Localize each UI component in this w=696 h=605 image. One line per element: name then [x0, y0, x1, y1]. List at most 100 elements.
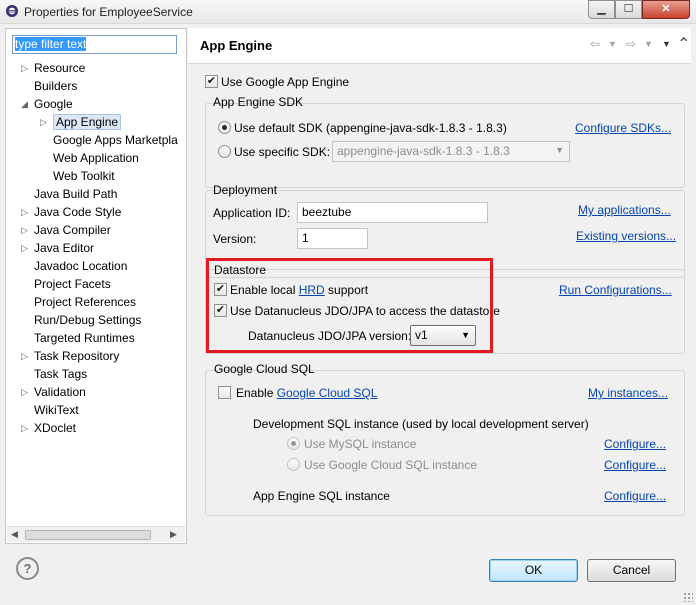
tree-item-label: Builders	[34, 79, 78, 93]
tree-item-javadoc-location[interactable]: Javadoc Location	[34, 257, 127, 275]
sdk-group-title: App Engine SDK	[213, 95, 304, 109]
title-bar: Properties for EmployeeService ▁ ☐ ✕	[0, 0, 696, 24]
view-menu-icon[interactable]: ▼	[662, 39, 671, 49]
filter-input[interactable]: type filter text	[12, 35, 177, 54]
scroll-thumb[interactable]	[25, 530, 151, 540]
cancel-button[interactable]: Cancel	[587, 559, 676, 582]
specific-sdk-radio[interactable]	[218, 145, 231, 158]
configure-sdks-link[interactable]: Configure SDKs...	[575, 121, 671, 135]
tree-item-java-editor[interactable]: ▷ Java Editor	[21, 239, 95, 257]
chevron-down-icon: ▼	[555, 145, 564, 155]
cloudsql-link[interactable]: Google Cloud SQL	[277, 386, 378, 400]
tree-item-label: WikiText	[34, 403, 79, 417]
datastore-highlight	[206, 258, 493, 353]
tree-item-web-toolkit[interactable]: Web Toolkit	[53, 167, 115, 185]
collapsed-icon[interactable]: ▷	[40, 113, 47, 131]
tree-item-label: Project References	[34, 295, 137, 309]
forward-menu-icon[interactable]: ▼	[644, 39, 653, 49]
scroll-left-icon[interactable]: ◀	[11, 529, 18, 540]
collapsed-icon[interactable]: ▷	[21, 59, 28, 77]
configure-gcs-link[interactable]: Configure...	[604, 458, 666, 472]
expanded-icon[interactable]: ◢	[21, 95, 28, 113]
close-button[interactable]: ✕	[642, 0, 690, 19]
ok-button[interactable]: OK	[489, 559, 578, 582]
help-icon[interactable]: ?	[16, 557, 39, 580]
tree-item-java-compiler[interactable]: ▷ Java Compiler	[21, 221, 111, 239]
scroll-right-icon[interactable]: ▶	[170, 529, 177, 540]
enable-cloudsql-checkbox[interactable]	[218, 386, 231, 399]
collapsed-icon[interactable]: ▷	[21, 419, 28, 437]
default-sdk-radio[interactable]	[218, 121, 231, 134]
tree-item-label: Task Repository	[34, 349, 120, 363]
tree-item-xdoclet[interactable]: ▷ XDoclet	[21, 419, 77, 437]
collapsed-icon[interactable]: ▷	[21, 221, 28, 239]
maximize-button[interactable]: ☐	[615, 0, 642, 19]
use-gae-checkbox[interactable]: ✔	[205, 75, 218, 88]
tree-item-validation[interactable]: ▷ Validation	[21, 383, 86, 401]
tree-item-label: Run/Debug Settings	[34, 313, 142, 327]
tree-item-label: Targeted Runtimes	[34, 331, 135, 345]
tree-item-project-facets[interactable]: Project Facets	[34, 275, 111, 293]
configure-mysql-link[interactable]: Configure...	[604, 437, 666, 451]
nav-pane: type filter text ▷ Resource Builders ◢ Googl…	[5, 28, 187, 544]
ae-sql-label: App Engine SQL instance	[253, 489, 390, 503]
tree-item-label: XDoclet	[34, 421, 77, 435]
horizontal-scrollbar[interactable]: ◀ ▶	[7, 526, 185, 542]
my-applications-link[interactable]: My applications...	[578, 203, 671, 217]
tree-item-label: Java Editor	[34, 241, 95, 255]
collapsed-icon[interactable]: ▷	[21, 347, 28, 365]
tree-item-label: Task Tags	[34, 367, 88, 381]
tree-item-label: Google Apps Marketpla	[53, 133, 178, 147]
page-title: App Engine	[200, 38, 273, 53]
tree-item-label: Java Build Path	[34, 187, 118, 201]
run-configurations-link[interactable]: Run Configurations...	[559, 283, 672, 297]
tree-item-task-tags[interactable]: Task Tags	[34, 365, 87, 383]
collapsed-icon[interactable]: ▷	[21, 383, 28, 401]
tree-item-targeted-runtimes[interactable]: Targeted Runtimes	[34, 329, 135, 347]
tree-item-label: App Engine	[53, 114, 122, 130]
tree-item-java-build-path[interactable]: Java Build Path	[34, 185, 117, 203]
app-id-field[interactable]: beeztube	[297, 202, 488, 223]
mysql-radio[interactable]	[287, 437, 300, 450]
tree-item-run-debug-settings[interactable]: Run/Debug Settings	[34, 311, 141, 329]
deployment-group-title: Deployment	[213, 183, 278, 197]
collapse-icon[interactable]: ⌃	[677, 34, 690, 54]
resize-grip[interactable]	[683, 592, 693, 602]
tree-item-google[interactable]: ◢ Google	[21, 95, 73, 113]
existing-versions-link[interactable]: Existing versions...	[576, 229, 676, 243]
tree-item-label: Javadoc Location	[34, 259, 128, 273]
tree-item-label: Web Toolkit	[53, 169, 115, 183]
tree-item-label: Web Application	[53, 151, 139, 165]
minimize-button[interactable]: ▁	[588, 0, 615, 19]
default-sdk-label: Use default SDK (appengine-java-sdk-1.8.…	[234, 121, 507, 135]
collapsed-icon[interactable]: ▷	[21, 239, 28, 257]
tree-item-app-engine[interactable]: ▷ App Engine	[40, 113, 122, 131]
tree-item-resource[interactable]: ▷ Resource	[21, 59, 86, 77]
tree-item-wikitext[interactable]: WikiText	[34, 401, 79, 419]
tree-item-label: Validation	[34, 385, 86, 399]
tree-item-task-repository[interactable]: ▷ Task Repository	[21, 347, 120, 365]
gcs-radio[interactable]	[287, 458, 300, 471]
forward-icon[interactable]: ⇨	[626, 37, 636, 51]
tree-item-label: Resource	[34, 61, 86, 75]
my-instances-link[interactable]: My instances...	[588, 386, 668, 400]
tree-item-project-references[interactable]: Project References	[34, 293, 136, 311]
dev-sql-label: Development SQL instance (used by local …	[253, 417, 589, 431]
tree-item-java-code-style[interactable]: ▷ Java Code Style	[21, 203, 121, 221]
configure-ae-sql-link[interactable]: Configure...	[604, 489, 666, 503]
specific-sdk-select[interactable]: appengine-java-sdk-1.8.3 - 1.8.3 ▼	[332, 141, 570, 162]
back-menu-icon[interactable]: ▼	[608, 39, 617, 49]
gcs-label: Use Google Cloud SQL instance	[304, 458, 477, 472]
tree-item-builders[interactable]: Builders	[34, 77, 77, 95]
tree-item-web-application[interactable]: Web Application	[53, 149, 139, 167]
enable-cloudsql-label: Enable Google Cloud SQL	[236, 386, 377, 400]
version-field[interactable]: 1	[297, 228, 368, 249]
tree-item-google-apps-marketpla[interactable]: Google Apps Marketpla	[53, 131, 178, 149]
enable-cloudsql-prefix: Enable	[236, 386, 277, 400]
back-icon[interactable]: ⇦	[590, 37, 600, 51]
cloudsql-group-title: Google Cloud SQL	[214, 362, 315, 376]
page-header: App Engine ⇦ ▼ ⇨ ▼ ▼ ⌃	[188, 28, 691, 64]
collapsed-icon[interactable]: ▷	[21, 203, 28, 221]
tree-item-label: Project Facets	[34, 277, 111, 291]
tree-item-label: Google	[34, 97, 73, 111]
